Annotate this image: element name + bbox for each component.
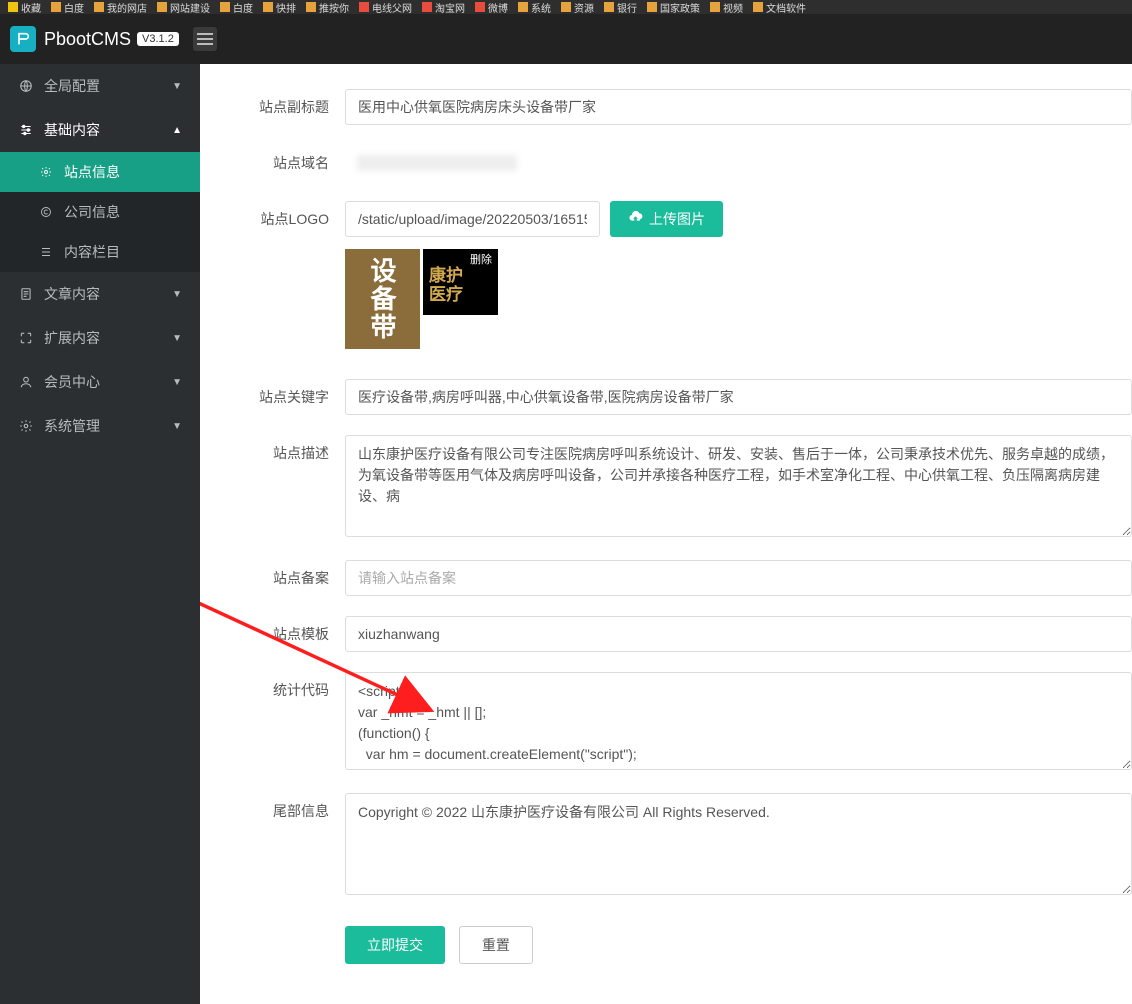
chevron-down-icon: ▼ <box>172 377 182 388</box>
upload-image-button[interactable]: 上传图片 <box>610 201 723 237</box>
sidebar-item-article-content[interactable]: 文章内容 ▼ <box>0 272 200 316</box>
brand-name: PbootCMS <box>44 29 131 50</box>
browser-bookmarks-bar: 收藏 白度 我的网店 网站建设 白度 快排 推按你 电线父网 淘宝网 微博 系统… <box>0 0 1132 14</box>
gear-icon <box>38 166 54 178</box>
site-logo-path-input[interactable] <box>345 201 600 237</box>
field-label-description: 站点描述 <box>200 435 345 540</box>
delete-thumbnail-button[interactable]: 删除 <box>464 249 498 269</box>
chevron-down-icon: ▼ <box>172 81 182 92</box>
chevron-down-icon: ▼ <box>172 421 182 432</box>
globe-icon <box>18 79 34 93</box>
sidebar-item-label: 会员中心 <box>44 372 172 392</box>
site-subtitle-input[interactable] <box>345 89 1132 125</box>
field-label-footer: 尾部信息 <box>200 793 345 898</box>
bookmark-item[interactable]: 银行 <box>604 0 637 14</box>
sidebar-item-label: 系统管理 <box>44 416 172 436</box>
bookmark-item[interactable]: 视频 <box>710 0 743 14</box>
sidebar-subitem-content-column[interactable]: 内容栏目 <box>0 232 200 272</box>
footer-info-textarea[interactable] <box>345 793 1132 895</box>
bookmark-item[interactable]: 国家政策 <box>647 0 700 14</box>
sidebar-subitem-company-info[interactable]: 公司信息 <box>0 192 200 232</box>
sidebar-item-global-config[interactable]: 全局配置 ▼ <box>0 64 200 108</box>
sidebar: 全局配置 ▼ 基础内容 ▲ 站点信息 公司信息 内容栏目 文章内容 ▼ 扩展内容 <box>0 64 200 1004</box>
cloud-upload-icon <box>628 211 643 227</box>
bookmark-item[interactable]: 文档软件 <box>753 0 806 14</box>
copyright-icon <box>38 206 54 218</box>
field-label-subtitle: 站点副标题 <box>200 89 345 125</box>
sidebar-item-label: 公司信息 <box>64 202 120 222</box>
site-template-input[interactable] <box>345 616 1132 652</box>
site-description-textarea[interactable] <box>345 435 1132 537</box>
chevron-up-icon: ▲ <box>172 125 182 136</box>
bookmark-item[interactable]: 系统 <box>518 0 551 14</box>
chevron-down-icon: ▼ <box>172 333 182 344</box>
bookmark-item[interactable]: 推按你 <box>306 0 349 14</box>
statistics-code-textarea[interactable] <box>345 672 1132 770</box>
bookmark-item[interactable]: 淘宝网 <box>422 0 465 14</box>
sidebar-item-label: 内容栏目 <box>64 242 120 262</box>
sidebar-item-label: 基础内容 <box>44 120 172 140</box>
sidebar-toggle-button[interactable] <box>193 27 217 51</box>
bookmark-item[interactable]: 白度 <box>51 0 84 14</box>
expand-icon <box>18 331 34 345</box>
site-icp-input[interactable] <box>345 560 1132 596</box>
sidebar-item-basic-content[interactable]: 基础内容 ▲ <box>0 108 200 152</box>
sidebar-item-label: 文章内容 <box>44 284 172 304</box>
version-badge: V3.1.2 <box>137 32 179 46</box>
sidebar-subitem-site-info[interactable]: 站点信息 <box>0 152 200 192</box>
site-keywords-input[interactable] <box>345 379 1132 415</box>
user-icon <box>18 375 34 389</box>
field-label-domain: 站点域名 <box>200 145 345 181</box>
sidebar-item-label: 站点信息 <box>64 162 120 182</box>
content-area: 站点副标题 站点域名 站点LOGO 上传图片 <box>200 64 1132 1004</box>
site-domain-input[interactable] <box>345 145 1132 181</box>
list-icon <box>38 246 54 258</box>
bookmark-item[interactable]: 资源 <box>561 0 594 14</box>
field-label-template: 站点模板 <box>200 616 345 652</box>
logo-thumbnail-1[interactable]: 设备带 <box>345 249 420 349</box>
sidebar-item-extend-content[interactable]: 扩展内容 ▼ <box>0 316 200 360</box>
sidebar-item-label: 扩展内容 <box>44 328 172 348</box>
field-label-statistics: 统计代码 <box>200 672 345 773</box>
sidebar-item-member-center[interactable]: 会员中心 ▼ <box>0 360 200 404</box>
logo-thumbnail-2[interactable]: 删除 康护 医疗 <box>423 249 498 315</box>
bookmark-item[interactable]: 网站建设 <box>157 0 210 14</box>
field-label-icp: 站点备案 <box>200 560 345 596</box>
sidebar-item-label: 全局配置 <box>44 76 172 96</box>
chevron-down-icon: ▼ <box>172 289 182 300</box>
bookmark-item[interactable]: 我的网店 <box>94 0 147 14</box>
gear-icon <box>18 419 34 433</box>
bookmark-item[interactable]: 电线父网 <box>359 0 412 14</box>
sidebar-item-system-manage[interactable]: 系统管理 ▼ <box>0 404 200 448</box>
field-label-keywords: 站点关键字 <box>200 379 345 415</box>
bookmark-item[interactable]: 白度 <box>220 0 253 14</box>
bookmark-item[interactable]: 微博 <box>475 0 508 14</box>
field-label-logo: 站点LOGO <box>200 201 345 349</box>
document-icon <box>18 287 34 301</box>
app-header: PbootCMS V3.1.2 <box>0 14 1132 64</box>
adjust-icon <box>18 123 34 137</box>
bookmark-item[interactable]: 快排 <box>263 0 296 14</box>
bookmark-item[interactable]: 收藏 <box>8 0 41 14</box>
brand-logo-icon <box>10 26 36 52</box>
